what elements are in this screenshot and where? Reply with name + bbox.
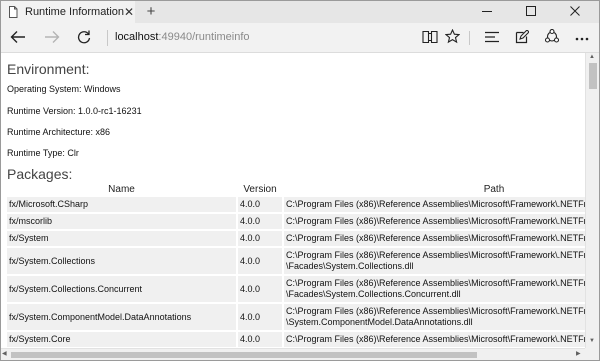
forward-arrow-icon (44, 30, 60, 47)
environment-os: Operating System: Windows (7, 84, 121, 94)
package-name-cell: fx/System.ComponentModel.DataAnnotations (7, 304, 236, 330)
scroll-left-icon[interactable]: ◀ (2, 350, 7, 357)
new-tab-button[interactable]: + (143, 3, 159, 20)
environment-runtime-architecture: Runtime Architecture: x86 (7, 127, 111, 137)
package-name-cell: fx/System (7, 231, 236, 246)
package-version-cell: 4.0.0 (238, 276, 282, 302)
address-bar-row: localhost:49940/runtimeinfo (1, 23, 599, 53)
scrollbar-corner (585, 348, 599, 360)
favorite-button[interactable] (441, 27, 463, 49)
minimize-icon (482, 5, 492, 19)
environment-runtime-type: Runtime Type: Clr (7, 148, 79, 158)
table-row: fx/System.Core 4.0.0 C:\Program Files (x86… (7, 332, 585, 347)
forward-button[interactable] (41, 27, 63, 49)
toolbar-separator (469, 31, 470, 45)
back-arrow-icon (10, 30, 26, 47)
package-path-cell: C:\Program Files (x86)\Reference Assembl… (284, 276, 585, 302)
tab-runtime-information[interactable]: Runtime Information ✕ (1, 1, 135, 23)
package-version-cell: 4.0.0 (238, 332, 282, 347)
horizontal-scroll-thumb[interactable] (11, 352, 477, 358)
maximize-icon (526, 5, 536, 19)
url-path: :49940/runtimeinfo (158, 31, 250, 43)
vertical-scrollbar[interactable]: ▲ ▼ (585, 53, 599, 348)
scroll-down-icon[interactable]: ▼ (589, 338, 595, 344)
package-path-cell: C:\Program Files (x86)\Reference Assembl… (284, 214, 585, 229)
maximize-button[interactable] (509, 1, 553, 23)
packages-table: Name Version Path fx/Microsoft.CSharp 4.0… (5, 181, 585, 348)
refresh-icon (77, 30, 91, 47)
package-name-cell: fx/System.Collections.Concurrent (7, 276, 236, 302)
close-icon (570, 5, 580, 19)
reading-view-button[interactable] (419, 27, 441, 49)
table-row: fx/mscorlib 4.0.0 C:\Program Files (x86)\R… (7, 214, 585, 229)
scroll-up-icon[interactable]: ▲ (589, 54, 595, 60)
column-header-name: Name (108, 183, 135, 195)
column-header-path: Path (483, 183, 505, 195)
package-path-cell: C:\Program Files (x86)\Reference Assembl… (284, 197, 585, 212)
package-name-cell: fx/System.Collections (7, 248, 236, 274)
column-header-version: Version (243, 183, 277, 195)
refresh-button[interactable] (73, 27, 95, 49)
package-version-cell: 4.0.0 (238, 231, 282, 246)
address-input[interactable]: localhost:49940/runtimeinfo (115, 31, 250, 43)
vertical-scroll-thumb[interactable] (589, 63, 597, 89)
package-path-cell: C:\Program Files (x86)\Reference Assembl… (284, 332, 585, 347)
minimize-button[interactable] (465, 1, 509, 23)
address-separator (107, 30, 108, 46)
hub-icon (485, 31, 499, 46)
share-button[interactable] (541, 27, 563, 49)
star-icon (444, 28, 460, 47)
share-icon (544, 28, 560, 47)
reading-view-icon (422, 30, 438, 47)
hub-button[interactable] (481, 27, 503, 49)
environment-heading: Environment: (7, 61, 90, 77)
packages-table-body: fx/Microsoft.CSharp 4.0.0 C:\Program Files… (7, 197, 585, 348)
back-button[interactable] (7, 27, 29, 49)
package-name-cell: fx/Microsoft.CSharp (7, 197, 236, 212)
table-header-row: Name Version Path (7, 183, 585, 195)
more-icon (575, 32, 589, 44)
package-path-cell: C:\Program Files (x86)\Reference Assembl… (284, 304, 585, 330)
tab-bar: Runtime Information ✕ + (1, 1, 599, 23)
page-icon (7, 6, 19, 18)
package-name-cell: fx/System.Core (7, 332, 236, 347)
page-content: Environment: Operating System: Windows R… (1, 53, 585, 348)
tab-close-button[interactable]: ✕ (124, 5, 134, 19)
web-note-icon (515, 28, 530, 47)
table-row: fx/System 4.0.0 C:\Program Files (x86)\Ref… (7, 231, 585, 246)
tab-title: Runtime Information (25, 6, 125, 18)
browser-window: Runtime Information ✕ + localhost:49940/… (0, 0, 600, 361)
url-host: localhost (115, 31, 159, 43)
more-button[interactable] (571, 27, 593, 49)
package-version-cell: 4.0.0 (238, 197, 282, 212)
package-version-cell: 4.0.0 (238, 214, 282, 229)
web-note-button[interactable] (511, 27, 533, 49)
close-window-button[interactable] (553, 1, 597, 23)
table-row: fx/System.Collections 4.0.0 C:\Program Fil… (7, 248, 585, 274)
table-row: fx/System.ComponentModel.DataAnnotations… (7, 304, 585, 330)
package-path-cell: C:\Program Files (x86)\Reference Assembl… (284, 231, 585, 246)
table-row: fx/System.Collections.Concurrent 4.0.0 C:\… (7, 276, 585, 302)
package-name-cell: fx/mscorlib (7, 214, 236, 229)
table-row: fx/Microsoft.CSharp 4.0.0 C:\Program Files… (7, 197, 585, 212)
package-version-cell: 4.0.0 (238, 248, 282, 274)
package-version-cell: 4.0.0 (238, 304, 282, 330)
package-path-cell: C:\Program Files (x86)\Reference Assembl… (284, 248, 585, 274)
horizontal-scrollbar[interactable]: ◀ ▶ (1, 348, 585, 360)
packages-heading: Packages: (7, 166, 73, 182)
scroll-right-icon[interactable]: ▶ (576, 350, 581, 357)
environment-runtime-version: Runtime Version: 1.0.0-rc1-16231 (7, 106, 142, 116)
